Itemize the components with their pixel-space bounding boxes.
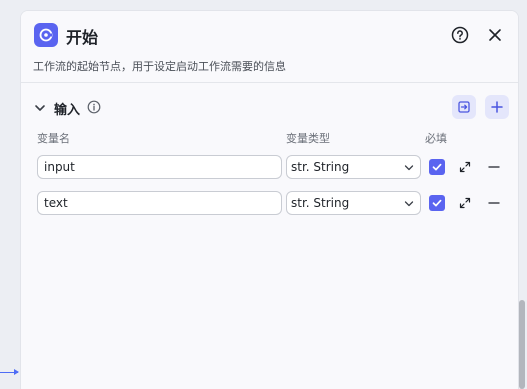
check-icon: [432, 163, 442, 171]
import-variables-button[interactable]: [452, 95, 476, 119]
remove-variable-icon[interactable]: [487, 160, 501, 174]
node-title[interactable]: 开始: [66, 24, 98, 48]
import-icon: [458, 101, 470, 113]
variable-type-select[interactable]: str. String: [286, 155, 421, 179]
variable-name-input[interactable]: [37, 191, 282, 215]
node-config-panel: 开始 工作流的起始节点，用于设定启动工作流需要的信息 输入 变量名 变量类型 必…: [20, 10, 519, 389]
panel-header: 开始 工作流的起始节点，用于设定启动工作流需要的信息: [21, 11, 518, 83]
expand-icon[interactable]: [458, 160, 472, 174]
column-header-name: 变量名: [37, 132, 70, 145]
inputs-section-title: 输入: [54, 103, 81, 118]
check-icon: [432, 199, 442, 207]
column-header-type: 变量类型: [286, 132, 330, 145]
column-header-required: 必填: [425, 132, 447, 145]
variable-type-value: str. String: [291, 160, 350, 174]
remove-variable-icon[interactable]: [487, 196, 501, 210]
close-icon[interactable]: [484, 24, 506, 46]
variable-row: str. String: [21, 155, 518, 181]
plus-icon: [491, 101, 503, 113]
variable-row: str. String: [21, 191, 518, 217]
chevron-down-icon: [404, 165, 414, 171]
variable-type-select[interactable]: str. String: [286, 191, 421, 215]
required-checkbox[interactable]: [429, 159, 445, 175]
start-node-icon: [34, 23, 58, 47]
add-variable-button[interactable]: [485, 95, 509, 119]
node-description: 工作流的起始节点，用于设定启动工作流需要的信息: [33, 60, 286, 73]
inputs-section-header: 输入: [21, 93, 518, 123]
info-icon[interactable]: [87, 100, 101, 114]
canvas-connection-edge: [0, 369, 19, 375]
required-checkbox[interactable]: [429, 195, 445, 211]
variable-type-value: str. String: [291, 196, 350, 210]
panel-scrollbar[interactable]: [519, 300, 525, 389]
variable-name-input[interactable]: [37, 155, 282, 179]
help-circle-icon[interactable]: [449, 24, 471, 46]
chevron-down-icon[interactable]: [33, 101, 47, 115]
expand-icon[interactable]: [458, 196, 472, 210]
chevron-down-icon: [404, 201, 414, 207]
